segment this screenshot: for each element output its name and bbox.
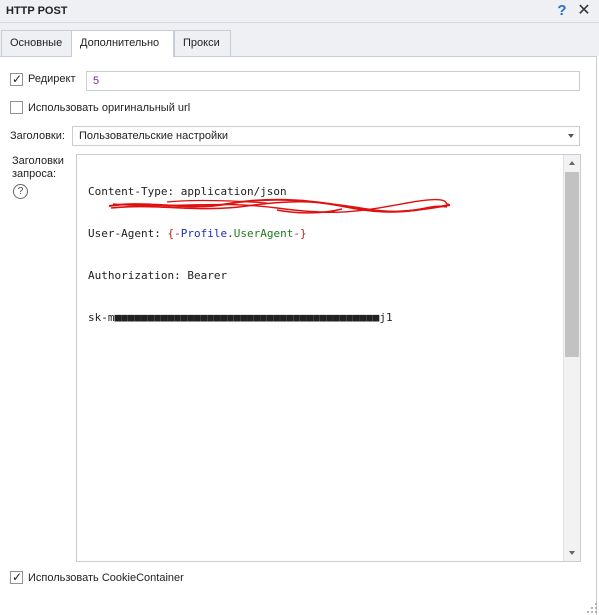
resize-grip-icon[interactable] [586, 602, 598, 614]
checkmark-icon: ✓ [12, 570, 23, 584]
original-url-checkbox[interactable] [10, 101, 23, 114]
tab-basic[interactable]: Основные [1, 30, 72, 56]
macro-useragent: UserAgent [233, 227, 294, 240]
close-button[interactable]: ✕ [575, 2, 593, 20]
headers-mode-select[interactable]: Пользовательские настройки [72, 126, 580, 146]
cookie-container-label: Использовать CookieContainer [28, 572, 184, 584]
tab-proxy[interactable]: Прокси [174, 30, 231, 56]
scroll-down-button[interactable] [564, 545, 580, 561]
ua-prefix: User-Agent: [88, 227, 168, 240]
tab-strip: Основные Дополнительно Прокси [0, 23, 599, 57]
redirect-count-input[interactable]: 5 [86, 71, 580, 91]
editor-scrollbar[interactable] [563, 155, 580, 561]
title-bar: HTTP POST ? ✕ [0, 0, 599, 23]
request-headers-label-line1: Заголовки [12, 155, 64, 167]
scroll-up-button[interactable] [564, 155, 580, 171]
tab-advanced[interactable]: Дополнительно [71, 30, 174, 57]
headers-mode-value: Пользовательские настройки [79, 130, 229, 142]
redirect-label: Редирект [28, 73, 76, 85]
macro-profile: Profile [180, 227, 228, 240]
redirect-checkbox[interactable]: ✓ [10, 72, 23, 86]
cookie-container-checkbox[interactable]: ✓ [10, 570, 23, 584]
scroll-thumb[interactable] [565, 172, 579, 357]
request-headers-label-line2: запроса: [12, 168, 57, 180]
macro-open: {- [167, 227, 181, 240]
header-line-authorization: Authorization: Bearer [88, 269, 228, 282]
window-title: HTTP POST [6, 5, 68, 17]
help-button[interactable]: ? [553, 2, 571, 20]
headers-code: Content-Type: application/json User-Agen… [88, 157, 393, 353]
macro-close: -} [293, 227, 307, 240]
headers-mode-label: Заголовки: [10, 130, 65, 142]
original-url-label: Использовать оригинальный url [28, 102, 191, 114]
help-circle-icon[interactable]: ? [13, 184, 28, 199]
header-line-user-agent: User-Agent: {-Profile.UserAgent-} [88, 227, 393, 241]
header-line-token: sk-m■■■■■■■■■■■■■■■■■■■■■■■■■■■■■■■■■■■■… [88, 311, 393, 324]
macro-dot: . [227, 227, 234, 240]
chevron-down-icon [568, 134, 574, 138]
request-headers-editor[interactable]: Content-Type: application/json User-Agen… [76, 154, 581, 562]
checkmark-icon: ✓ [12, 72, 23, 86]
header-line-content-type: Content-Type: application/json [88, 185, 287, 198]
